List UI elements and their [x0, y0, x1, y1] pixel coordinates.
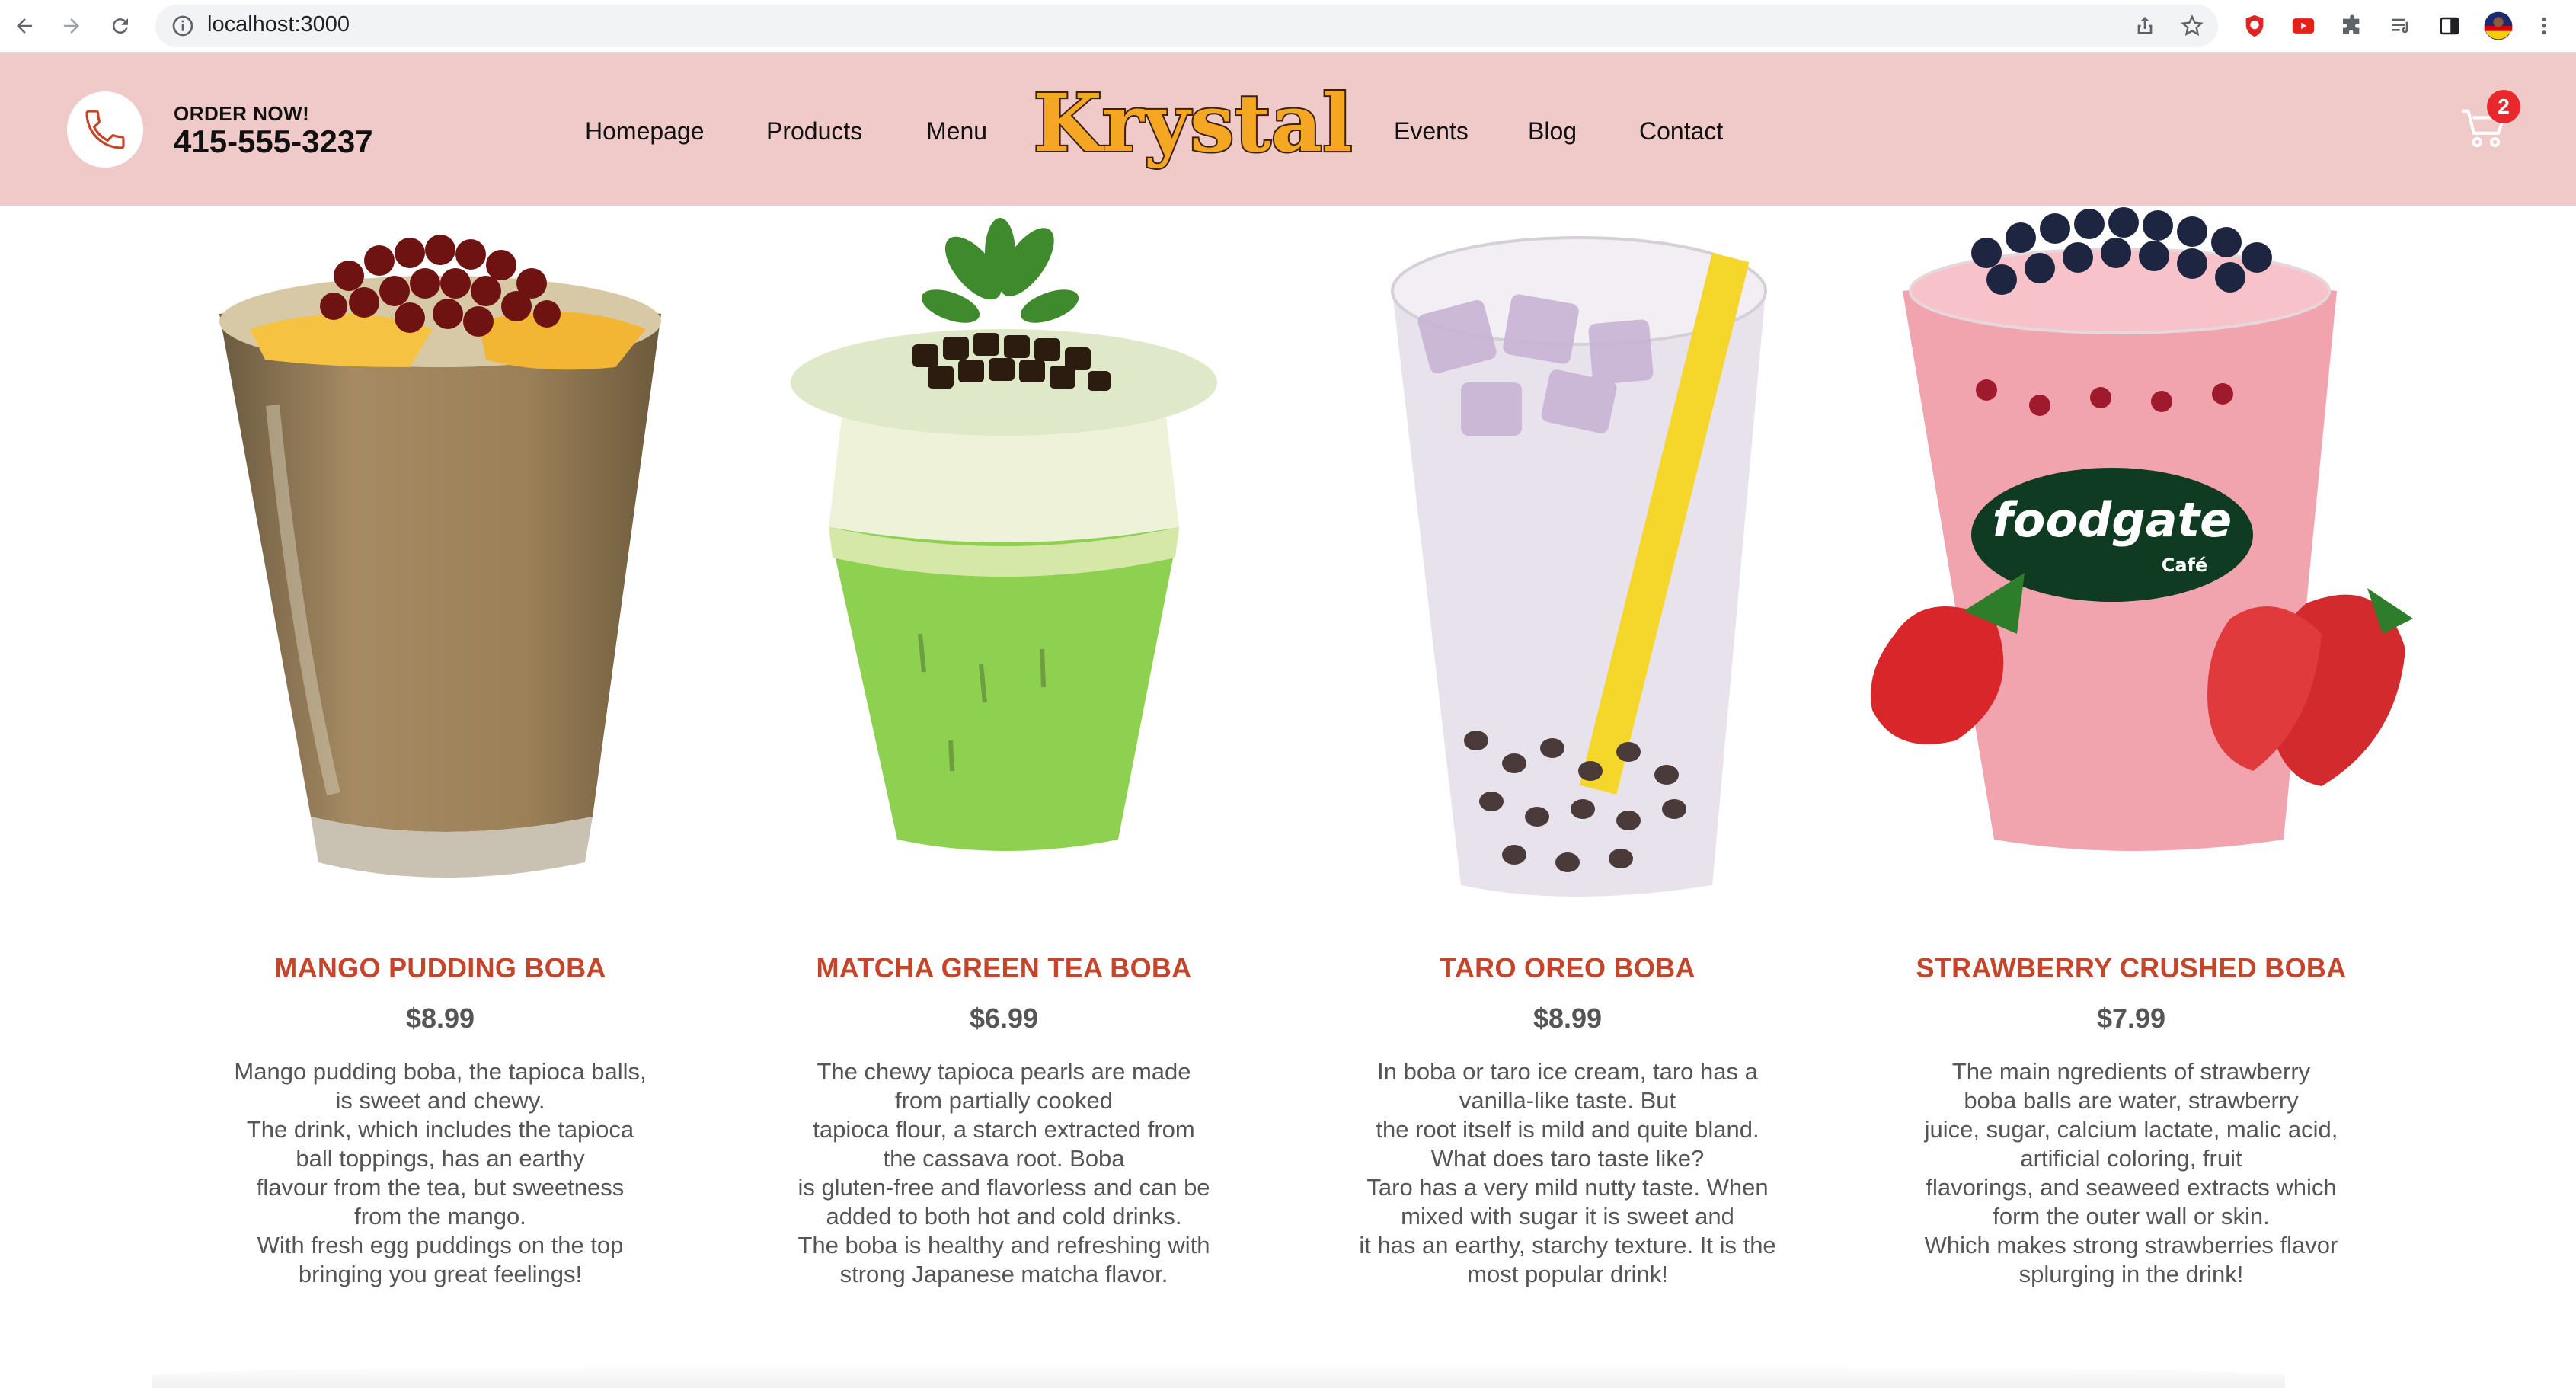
product-description: Mango pudding boba, the tapioca balls, i…: [234, 1058, 647, 1287]
phone-icon: [85, 110, 125, 149]
mango-pudding-boba-image[interactable]: [158, 207, 722, 916]
taro-oreo-boba-image[interactable]: [1286, 207, 1849, 916]
site-header: ORDER NOW! 415-555-3237 Homepage Product…: [0, 53, 2576, 206]
product-price: $7.99: [2096, 1003, 2166, 1034]
order-now-label: ORDER NOW!: [174, 102, 310, 125]
product-name[interactable]: MATCHA GREEN TEA BOBA: [722, 952, 1286, 984]
product-name[interactable]: STRAWBERRY CRUSHED BOBA: [1849, 952, 2413, 984]
product-description: In boba or taro ice cream, taro has a va…: [1359, 1058, 1776, 1287]
phone-number[interactable]: 415-555-3237: [174, 123, 373, 160]
product-price: $6.99: [969, 1003, 1039, 1034]
cart-count-badge: 2: [2487, 90, 2520, 123]
info-icon[interactable]: [171, 14, 195, 38]
side-panel-icon[interactable]: [2434, 11, 2465, 41]
extension-icon[interactable]: [2239, 11, 2270, 41]
forward-icon[interactable]: [55, 9, 88, 43]
url-text[interactable]: localhost:3000: [207, 12, 350, 37]
product-name[interactable]: TARO OREO BOBA: [1286, 952, 1849, 984]
matcha-green-tea-boba-image[interactable]: [722, 207, 1286, 916]
puzzle-icon[interactable]: [2337, 11, 2367, 41]
reading-list-icon[interactable]: [2386, 11, 2416, 41]
extension-icon[interactable]: [2288, 11, 2319, 41]
product-description: The main ngredients of strawberry boba b…: [1924, 1058, 2338, 1287]
product-name[interactable]: MANGO PUDDING BOBA: [158, 952, 722, 984]
nav-events[interactable]: Events: [1394, 117, 1469, 146]
back-icon[interactable]: [8, 9, 41, 43]
nav-menu[interactable]: Menu: [926, 117, 987, 146]
phone-button[interactable]: [67, 91, 143, 168]
nav-products[interactable]: Products: [766, 117, 862, 146]
logo-text: Krystal: [1033, 81, 1352, 170]
browser-toolbar: localhost:3000: [0, 0, 2576, 53]
section-divider: [152, 1364, 2285, 1388]
strawberry-crushed-boba-image[interactable]: foodgate Café: [1849, 207, 2413, 916]
product-price: $8.99: [405, 1003, 475, 1034]
product-price: $8.99: [1532, 1003, 1603, 1034]
nav-homepage[interactable]: Homepage: [585, 117, 705, 146]
reload-icon[interactable]: [104, 9, 137, 43]
strawberry-right: [2207, 588, 2413, 786]
star-icon[interactable]: [2180, 14, 2204, 38]
cup-brand-text: foodgate: [1993, 492, 2232, 548]
share-icon[interactable]: [2133, 14, 2157, 38]
product-description: The chewy tapioca pearls are made from p…: [797, 1058, 1210, 1287]
menu-icon[interactable]: [2529, 11, 2559, 41]
krystal-logo[interactable]: Krystal: [1027, 81, 1359, 180]
nav-blog[interactable]: Blog: [1528, 117, 1577, 146]
cup-sub-text: Café: [2162, 555, 2208, 576]
address-bar[interactable]: localhost:3000: [155, 5, 2218, 47]
profile-icon[interactable]: [2483, 11, 2514, 41]
nav-contact[interactable]: Contact: [1639, 117, 1723, 146]
